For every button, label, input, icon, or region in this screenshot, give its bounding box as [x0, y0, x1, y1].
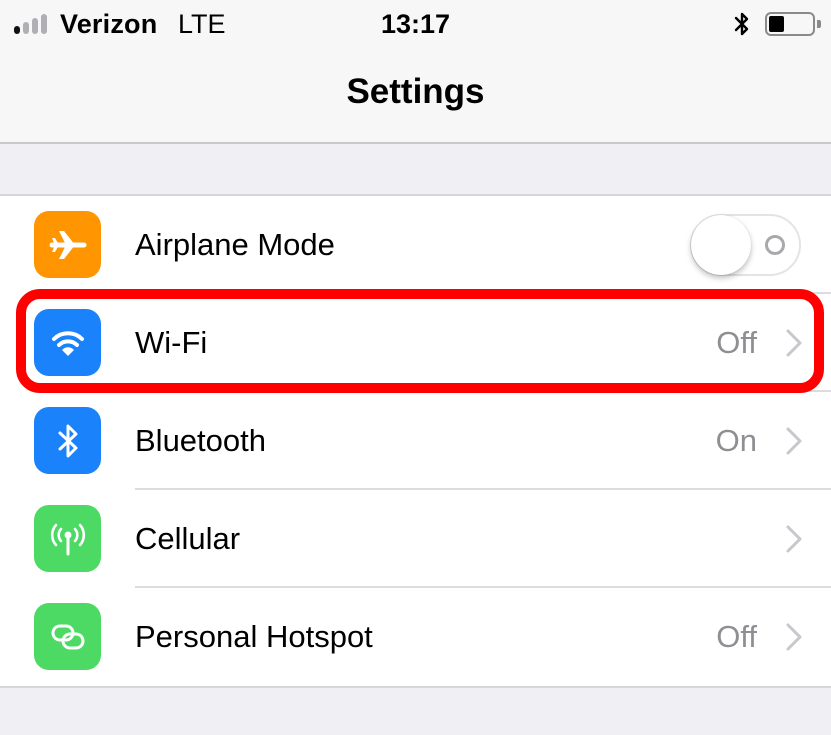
page-title: Settings	[346, 72, 485, 111]
chevron-right-icon	[786, 525, 802, 553]
row-label: Personal Hotspot	[135, 619, 373, 654]
toggle-knob	[691, 215, 751, 275]
settings-list: Airplane Mode Wi-Fi Off Bluetooth On Cel…	[0, 194, 831, 688]
settings-row-personal-hotspot[interactable]: Personal Hotspot Off	[0, 588, 831, 686]
status-bar: Verizon LTE 13:17	[0, 0, 831, 50]
cellular-signal-icon	[14, 14, 47, 34]
row-value: Off	[716, 619, 757, 654]
navigation-bar: Settings	[0, 50, 831, 144]
hotspot-icon	[34, 603, 101, 670]
row-value: Off	[716, 325, 757, 360]
settings-row-bluetooth[interactable]: Bluetooth On	[0, 392, 831, 490]
toggle-off-indicator	[765, 235, 785, 255]
airplane-mode-toggle[interactable]	[690, 214, 801, 276]
chevron-right-icon	[786, 427, 802, 455]
network-type: LTE	[178, 9, 226, 39]
cellular-icon	[34, 505, 101, 572]
airplane-icon	[34, 211, 101, 278]
bluetooth-icon	[34, 407, 101, 474]
row-value: On	[715, 423, 757, 458]
carrier-name: Verizon	[60, 9, 158, 39]
bluetooth-status-icon	[734, 12, 749, 36]
settings-row-airplane-mode: Airplane Mode	[0, 196, 831, 294]
battery-level	[769, 16, 784, 32]
row-label: Bluetooth	[135, 423, 266, 458]
row-label: Airplane Mode	[135, 227, 335, 262]
battery-tip	[817, 20, 821, 28]
battery-icon	[765, 12, 815, 36]
settings-row-wifi[interactable]: Wi-Fi Off	[0, 294, 831, 392]
row-label: Cellular	[135, 521, 241, 556]
row-label: Wi-Fi	[135, 325, 208, 360]
chevron-right-icon	[786, 623, 802, 651]
settings-row-cellular[interactable]: Cellular	[0, 490, 831, 588]
chevron-right-icon	[786, 329, 802, 357]
wifi-icon	[34, 309, 101, 376]
